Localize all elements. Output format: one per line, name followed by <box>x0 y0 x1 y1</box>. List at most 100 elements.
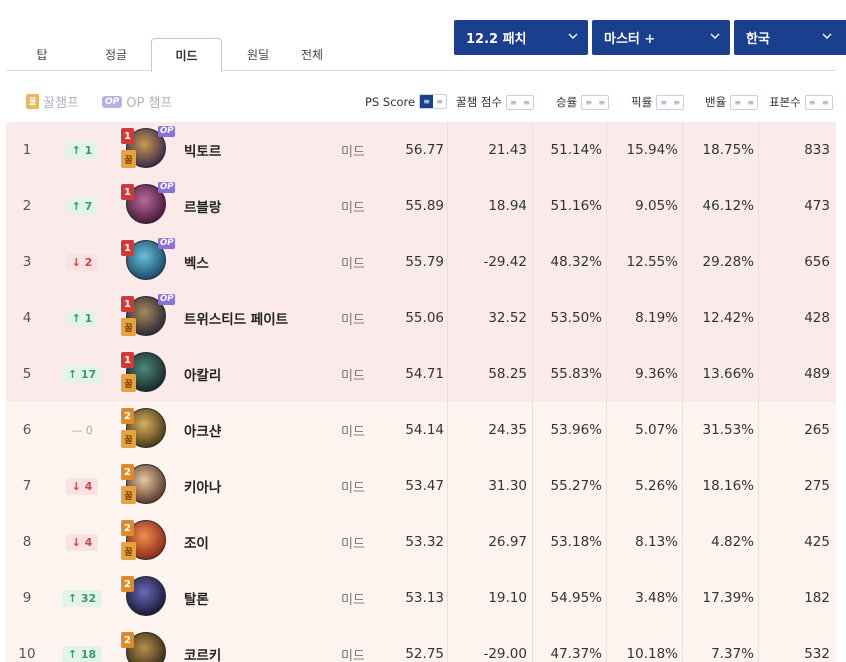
sort-toggle[interactable]: ≡ ≡ <box>730 94 759 110</box>
table-row[interactable]: 10 ↑ 18 2 코르키 미드 52.75 -29.00 47.37% 10.18% 7.37%… <box>6 626 836 662</box>
champion-name[interactable]: 르블랑 <box>184 178 334 234</box>
champion-name[interactable]: 조이 <box>184 514 334 570</box>
champion-portrait[interactable]: 1꿀 <box>118 346 178 402</box>
ps-score-value: 55.89 <box>405 198 444 214</box>
column-divider <box>447 626 448 662</box>
champion-portrait[interactable]: 2 <box>118 570 178 626</box>
column-divider <box>758 122 759 178</box>
champion-name[interactable]: 코르키 <box>184 626 334 662</box>
ban-rate-value: 17.39% <box>702 590 754 606</box>
table-row[interactable]: 8 ↓ 4 2 꿀 조이 미드 53.32 26.97 53.18% 8.13% 4.82% 425 <box>6 514 836 570</box>
champion-portrait[interactable]: 2꿀 <box>118 514 178 570</box>
legend-op-label: OP 챔프 <box>126 96 173 111</box>
champion-portrait[interactable]: 2꿀 <box>118 402 178 458</box>
table-row[interactable]: 7 ↓ 4 2 꿀 키아나 미드 53.47 31.30 55.27% 5.26% 18.16% 27… <box>6 458 836 514</box>
sort-asc-icon: ≡ <box>747 97 755 107</box>
patch-select[interactable]: 12.2 패치 <box>454 20 588 55</box>
tier-select[interactable]: 마스터 + <box>592 20 730 55</box>
ps-score-value: 55.06 <box>405 310 444 326</box>
kkul-score-value: -29.00 <box>483 646 527 662</box>
ban-rate-value: 18.75% <box>702 142 754 158</box>
champion-portrait[interactable]: 2 <box>118 626 178 662</box>
champion-name[interactable]: 빅토르 <box>184 122 334 178</box>
sort-toggle[interactable]: ≡ ≡ <box>505 94 534 110</box>
champion-portrait[interactable]: 1 꿀 OP <box>118 290 178 346</box>
win-rate-value: 51.16% <box>550 198 602 214</box>
col-ps-score-label: PS Score <box>365 94 416 109</box>
rank-change-badge: ↑ 18 <box>61 645 103 662</box>
tab-top[interactable]: 탑 <box>24 38 60 71</box>
ps-score-value: 56.77 <box>405 142 444 158</box>
col-sample[interactable]: 표본수 ≡ ≡ <box>769 94 833 110</box>
kkul-icon: 꿀 <box>121 542 136 560</box>
col-ps-score[interactable]: PS Score ≡ ≡ <box>365 94 448 109</box>
rank-number: 10 <box>18 646 36 662</box>
pick-rate-value: 12.55% <box>626 254 678 270</box>
col-pick-rate[interactable]: 픽률 ≡ ≡ <box>631 94 685 110</box>
op-icon: OP <box>158 294 176 305</box>
sort-toggle[interactable]: ≡ ≡ <box>581 94 610 110</box>
col-ban-rate[interactable]: 밴율 ≡ ≡ <box>705 94 759 110</box>
tier-badge: 2 <box>121 520 134 536</box>
champion-portrait[interactable]: 1 OP <box>118 234 178 290</box>
champion-name[interactable]: 아크샨 <box>184 402 334 458</box>
ban-rate-value: 31.53% <box>702 422 754 438</box>
rank-number: 9 <box>22 590 32 606</box>
tab-jungle[interactable]: 정글 <box>90 38 142 71</box>
sort-asc-icon: ≡ <box>598 97 606 107</box>
table-row[interactable]: 1 ↑ 1 1 꿀 OP 빅토르 미드 56.77 21.43 51.14% 15.94% 18.75… <box>6 122 836 178</box>
region-select[interactable]: 한국 <box>734 20 846 55</box>
column-divider <box>682 234 683 290</box>
champion-table: 1 ↑ 1 1 꿀 OP 빅토르 미드 56.77 21.43 51.14% 15.94% 18.75… <box>6 122 836 662</box>
column-divider <box>606 346 607 402</box>
tab-adc[interactable]: 원딜 <box>236 38 280 71</box>
rank-change-badge: — 0 <box>71 423 93 437</box>
column-divider <box>758 570 759 626</box>
table-row[interactable]: 3 ↓ 2 1 OP 벡스 미드 55.79 -29.42 48.32% 12.55% 29.28%… <box>6 234 836 290</box>
tab-mid[interactable]: 미드 <box>151 38 222 72</box>
patch-select-value: 12.2 패치 <box>466 32 527 47</box>
column-divider <box>606 122 607 178</box>
win-rate-value: 54.95% <box>550 590 602 606</box>
champion-portrait[interactable]: 1 꿀 OP <box>118 122 178 178</box>
champion-portrait[interactable]: 2꿀 <box>118 458 178 514</box>
column-divider <box>447 514 448 570</box>
sort-toggle[interactable]: ≡ ≡ <box>656 94 685 110</box>
ps-score-value: 54.71 <box>405 366 444 382</box>
table-row[interactable]: 4 ↑ 1 1 꿀 OP 트위스티드 페이트 미드 55.06 32.52 53.50% 8.19%… <box>6 290 836 346</box>
col-win-rate[interactable]: 승률 ≡ ≡ <box>556 94 610 110</box>
column-divider <box>758 626 759 662</box>
column-divider <box>758 234 759 290</box>
champion-name[interactable]: 아칼리 <box>184 346 334 402</box>
sample-size-value: 425 <box>804 534 830 550</box>
column-divider <box>606 234 607 290</box>
rank-change-badge: ↑ 1 <box>65 309 99 327</box>
champion-name[interactable]: 탈론 <box>184 570 334 626</box>
column-divider <box>532 626 533 662</box>
sort-toggle[interactable]: ≡ ≡ <box>419 94 448 109</box>
table-row[interactable]: 2 ↑ 7 1 OP 르블랑 미드 55.89 18.94 51.16% 9.05% 46.12% 4… <box>6 178 836 234</box>
column-divider <box>606 626 607 662</box>
kkul-score-value: 32.52 <box>488 310 527 326</box>
sample-size-value: 275 <box>804 478 830 494</box>
sort-asc-icon: ≡ <box>436 97 443 106</box>
table-row[interactable]: 5 ↑ 17 1 꿀 아칼리 미드 54.71 58.25 55.83% 9.36% 13.66% 4… <box>6 346 836 402</box>
champion-name[interactable]: 키아나 <box>184 458 334 514</box>
sample-size-value: 265 <box>804 422 830 438</box>
table-row[interactable]: 6— 0 2 꿀 아크샨 미드 54.14 24.35 53.96% 5.07% 31.53% 26… <box>6 402 836 458</box>
champion-portrait[interactable]: 1 OP <box>118 178 178 234</box>
col-ban-rate-label: 밴율 <box>705 95 727 109</box>
kkul-icon: 꿀 <box>26 94 39 109</box>
rank-change-badge: ↓ 4 <box>65 477 99 495</box>
kkul-score-value: 24.35 <box>488 422 527 438</box>
sort-toggle[interactable]: ≡ ≡ <box>804 94 833 110</box>
pick-rate-value: 9.36% <box>635 366 678 382</box>
ps-score-value: 53.13 <box>405 590 444 606</box>
champion-name[interactable]: 벡스 <box>184 234 334 290</box>
column-divider <box>758 514 759 570</box>
col-kkul-score[interactable]: 꿀챔 점수 ≡ ≡ <box>456 94 534 110</box>
champion-name[interactable]: 트위스티드 페이트 <box>184 290 334 346</box>
table-row[interactable]: 9 ↑ 32 2 탈론 미드 53.13 19.10 54.95% 3.48% 17.39% 182 <box>6 570 836 626</box>
tab-all[interactable]: 전체 <box>290 38 334 71</box>
tier-badge: 1 <box>121 240 134 256</box>
